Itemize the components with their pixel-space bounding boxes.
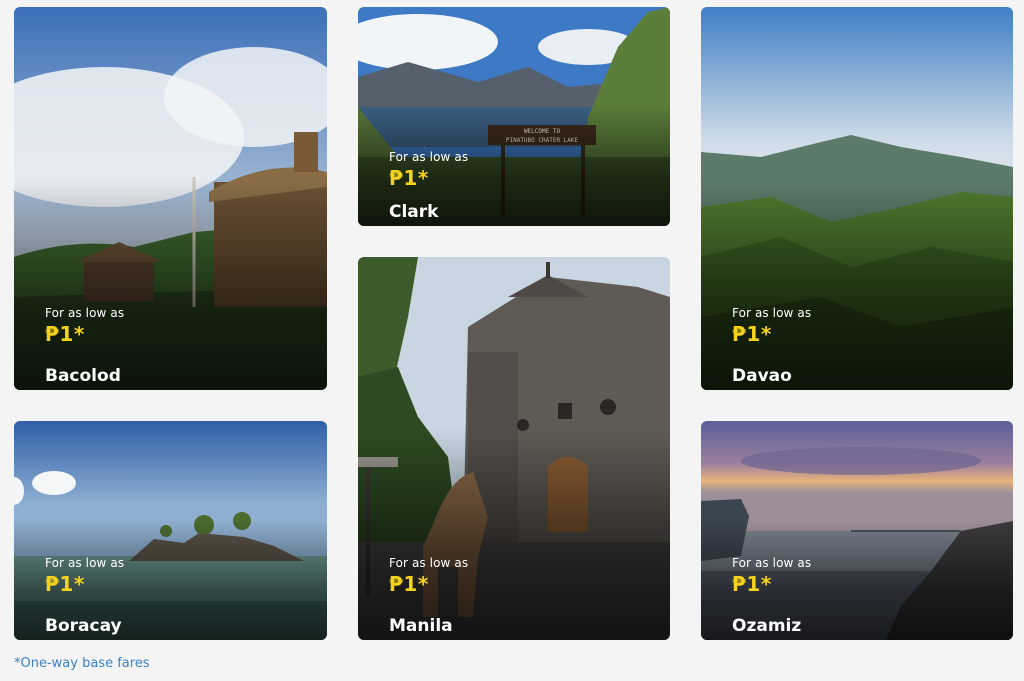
destination-card-bacolod[interactable]: For as low as ₱1* Bacolod: [14, 7, 327, 390]
card-info: For as low as ₱1* Clark: [389, 150, 660, 226]
fare-price: ₱1*: [732, 572, 772, 596]
destination-card-davao[interactable]: For as low as ₱1* Davao: [701, 7, 1013, 390]
destination-card-clark[interactable]: WELCOME TO PINATUBO CRATER LAKE For as l…: [358, 7, 670, 226]
for-as-low-as-label: For as low as: [732, 306, 812, 320]
base-fares-footnote: *One-way base fares: [14, 656, 150, 671]
destination-name: Boracay: [45, 616, 122, 636]
fare-price: ₱1*: [389, 572, 429, 596]
destination-card-manila[interactable]: For as low as ₱1* Manila: [358, 257, 670, 640]
card-info: For as low as ₱1* Boracay: [45, 556, 317, 640]
for-as-low-as-label: For as low as: [45, 556, 125, 570]
for-as-low-as-label: For as low as: [389, 556, 469, 570]
card-info: For as low as ₱1* Davao: [732, 306, 1003, 390]
destination-card-ozamiz[interactable]: For as low as ₱1* Ozamiz: [701, 421, 1013, 640]
destination-name: Clark: [389, 202, 439, 222]
card-info: For as low as ₱1* Ozamiz: [732, 556, 1003, 640]
for-as-low-as-label: For as low as: [732, 556, 812, 570]
fare-price: ₱1*: [45, 572, 85, 596]
fare-price: ₱1*: [732, 322, 772, 346]
destination-name: Ozamiz: [732, 616, 802, 636]
destination-name: Manila: [389, 616, 453, 636]
card-info: For as low as ₱1* Bacolod: [45, 306, 317, 390]
for-as-low-as-label: For as low as: [389, 150, 469, 164]
card-info: For as low as ₱1* Manila: [389, 556, 660, 640]
destination-name: Bacolod: [45, 366, 121, 386]
fare-price: ₱1*: [45, 322, 85, 346]
destination-card-boracay[interactable]: For as low as ₱1* Boracay: [14, 421, 327, 640]
for-as-low-as-label: For as low as: [45, 306, 125, 320]
destination-name: Davao: [732, 366, 792, 386]
fare-price: ₱1*: [389, 166, 429, 190]
